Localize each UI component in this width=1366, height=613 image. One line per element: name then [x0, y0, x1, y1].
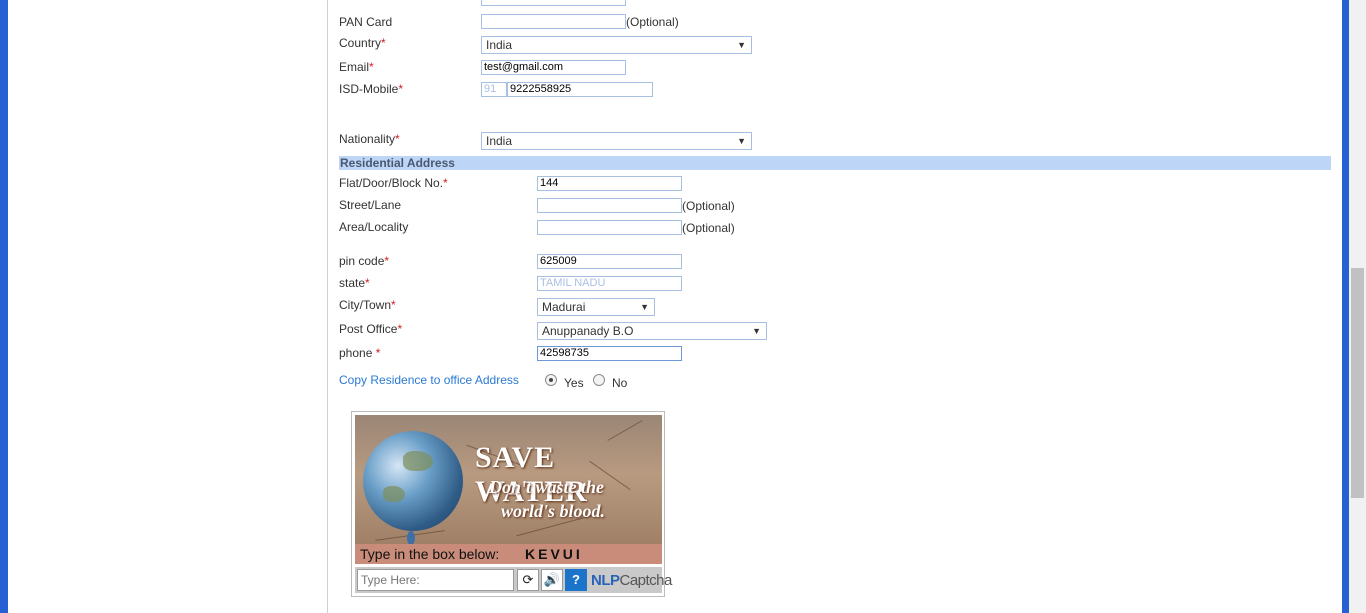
street-optional-note: (Optional)	[682, 199, 735, 213]
banner-line-2: world's blood.	[501, 501, 606, 521]
chevron-down-icon: ▼	[640, 302, 649, 312]
copy-residence-link[interactable]: Copy Residence to office Address	[339, 373, 519, 387]
flat-input[interactable]: 144	[537, 176, 682, 191]
phone-label: phone *	[339, 346, 381, 360]
previous-field-input[interactable]	[481, 0, 626, 6]
pincode-label: pin code*	[339, 254, 390, 268]
country-selected-value: India	[486, 38, 513, 52]
scrollbar-thumb[interactable]	[1351, 268, 1364, 498]
post-office-selected-value: Anuppanady B.O	[542, 324, 634, 338]
chevron-down-icon: ▼	[737, 136, 746, 146]
captcha-prompt: Type in the box below:	[360, 546, 500, 562]
state-label: state*	[339, 276, 370, 290]
chevron-down-icon: ▼	[752, 326, 761, 336]
copy-no-label: No	[612, 376, 628, 390]
nationality-label: Nationality*	[339, 132, 400, 146]
country-label: Country*	[339, 36, 386, 50]
country-select[interactable]: India ▼	[481, 36, 752, 54]
globe-icon	[363, 431, 463, 531]
post-office-label: Post Office*	[339, 322, 403, 336]
isd-code-input[interactable]: 91	[481, 82, 507, 97]
nationality-selected-value: India	[486, 134, 513, 148]
city-label: City/Town*	[339, 298, 396, 312]
isd-mobile-label: ISD-Mobile*	[339, 82, 404, 96]
email-input[interactable]: test@gmail.com	[481, 60, 626, 75]
banner-line-1: Don't waste the	[489, 477, 605, 497]
refresh-icon[interactable]: ⟳	[517, 569, 539, 591]
captcha-input[interactable]	[357, 569, 514, 591]
captcha-widget: SAVE WATER Don't waste the world's blood…	[351, 411, 672, 597]
pan-input[interactable]	[481, 14, 626, 29]
email-label: Email*	[339, 60, 374, 74]
captcha-toolbar: ⟳ 🔊 ? NLPCaptcha	[355, 567, 672, 593]
vertical-scrollbar[interactable]	[1349, 0, 1366, 613]
content-divider	[327, 0, 328, 613]
pan-optional-note: (Optional)	[626, 15, 679, 29]
nlpcaptcha-logo: NLPCaptcha	[591, 572, 672, 589]
street-input[interactable]	[537, 198, 682, 213]
phone-input[interactable]: 42598735	[537, 346, 682, 361]
residential-address-heading: Residential Address	[339, 156, 1331, 170]
flat-label: Flat/Door/Block No.*	[339, 176, 448, 190]
area-input[interactable]	[537, 220, 682, 235]
copy-no-radio[interactable]	[593, 374, 605, 386]
banner-title: SAVE WATER	[475, 441, 588, 508]
copy-yes-radio[interactable]	[545, 374, 557, 386]
area-label: Area/Locality	[339, 220, 409, 234]
mobile-input[interactable]: 9222558925	[507, 82, 653, 97]
help-icon[interactable]: ?	[565, 569, 587, 591]
nationality-select[interactable]: India ▼	[481, 132, 752, 150]
water-drop-icon	[407, 531, 415, 545]
captcha-banner-image: SAVE WATER Don't waste the world's blood…	[355, 415, 662, 564]
right-page-border	[1342, 0, 1349, 613]
pincode-input[interactable]: 625009	[537, 254, 682, 269]
post-office-select[interactable]: Anuppanady B.O ▼	[537, 322, 767, 340]
chevron-down-icon: ▼	[737, 40, 746, 50]
copy-yes-label: Yes	[564, 376, 584, 390]
captcha-prompt-strip: Type in the box below: KEVUI	[355, 544, 662, 564]
pan-label: PAN Card	[339, 15, 393, 29]
left-page-border	[0, 0, 8, 613]
city-selected-value: Madurai	[542, 300, 586, 314]
speaker-icon[interactable]: 🔊	[541, 569, 563, 591]
city-select[interactable]: Madurai ▼	[537, 298, 655, 316]
area-optional-note: (Optional)	[682, 221, 735, 235]
street-label: Street/Lane	[339, 198, 402, 212]
captcha-code: KEVUI	[525, 546, 583, 562]
state-input: TAMIL NADU	[537, 276, 682, 291]
